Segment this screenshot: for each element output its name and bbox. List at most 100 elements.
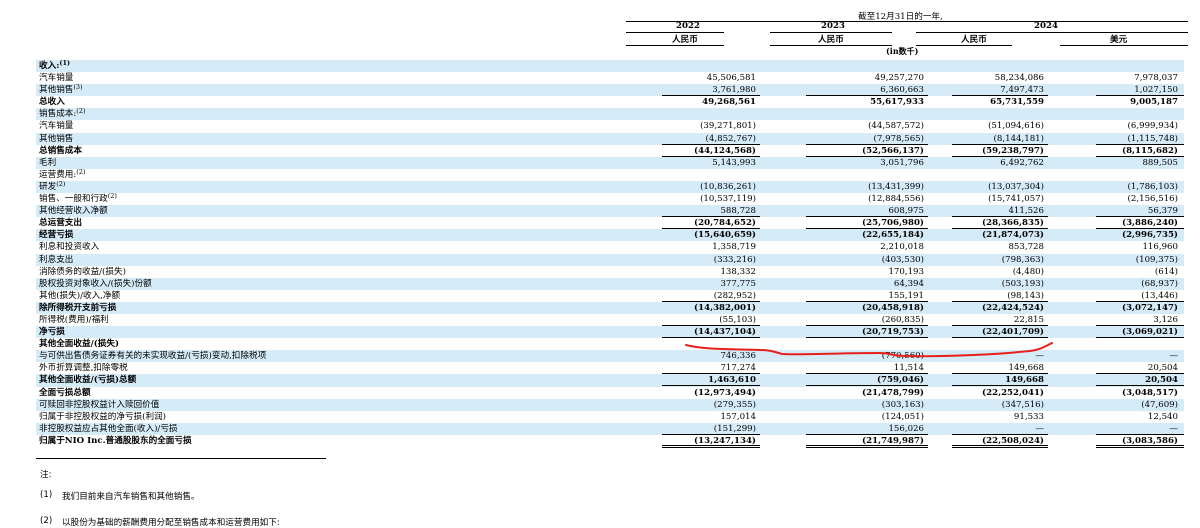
row-label-text: 全面亏损总额	[39, 387, 91, 398]
row-label: 汽车销量	[39, 72, 73, 84]
total-rule	[806, 444, 928, 448]
row-label: 研发(2)	[39, 181, 65, 193]
value-2023-rmb: 49,257,270	[874, 73, 924, 84]
value-2023-rmb: 55,617,933	[870, 97, 924, 108]
value-2024-rmb: (21,874,073)	[982, 230, 1044, 241]
row-label: 经营亏损	[39, 229, 73, 241]
footnote-ref: (2)	[107, 192, 117, 201]
table-row: 运营费用:(2)	[36, 169, 1184, 181]
footnote-ref: (1)	[59, 59, 71, 67]
value-2022-rmb: (10,836,261)	[700, 181, 756, 192]
units-label: (in数千)	[886, 46, 919, 56]
table-row: 其他全面收益/(亏损)总额 1,463,610 (759,046) 149,668 20…	[36, 374, 1184, 387]
row-label-text: 其他销售	[39, 85, 74, 96]
table-row: 股权投资对象收入/(损失)份额 377,775 64,394 (503,193) (68…	[36, 277, 1184, 290]
currency-rule-2023	[770, 45, 892, 46]
row-label: 其他全面收益/(亏损)总额	[39, 374, 136, 386]
row-label: 利息和投资收入	[39, 241, 99, 253]
value-2022-rmb: (15,640,659)	[694, 230, 756, 241]
value-2024-rmb: (347,516)	[1001, 399, 1044, 410]
value-2024-usd: —	[1169, 351, 1178, 362]
value-2024-rmb: 58,234,086	[994, 73, 1044, 84]
row-label: 与可供出售债务证券有关的未实现收益/(亏损)变动,扣除税项	[39, 350, 266, 362]
row-label: 总运营支出	[39, 217, 82, 229]
footnote-ref: (2)	[76, 167, 86, 176]
value-2022-rmb: 5,143,993	[712, 157, 756, 168]
total-rule	[662, 444, 760, 448]
row-label-text: 净亏损	[39, 327, 65, 338]
income-statement-table: 收入:(1) 汽车销量 45,506,581 49,257,270 58,234,086…	[36, 60, 1184, 448]
value-2024-rmb: 65,731,559	[990, 97, 1044, 108]
table-row: 总收入 49,268,561 55,617,933 65,731,559 9,005,1…	[36, 96, 1184, 108]
value-2022-rmb: (10,537,119)	[700, 194, 756, 205]
row-label-text: 归属于非控股权益的净亏损(利润)	[39, 411, 167, 422]
row-label: 归属于非控股权益的净亏损(利润)	[39, 411, 166, 423]
table-row: 总销售成本 (44,124,568) (52,566,137) (59,238,797…	[36, 145, 1184, 157]
footnote-2-text: 以股份为基础的薪酬费用分配至销售成本和运营费用如下:	[62, 518, 280, 528]
total-rule	[1096, 444, 1184, 448]
value-2022-rmb: 45,506,581	[706, 73, 756, 84]
value-2023-rmb: (124,051)	[881, 411, 924, 422]
table-row: 所得税(费用)/福利 (55,103) (260,835) 22,815 3,126	[36, 314, 1184, 326]
year-2023: 2023	[821, 21, 845, 31]
row-label: 销售、一般和行政(2)	[39, 193, 117, 205]
value-2024-usd: 116,960	[1142, 242, 1178, 253]
value-2024-usd: (614)	[1154, 266, 1178, 277]
currency-2024-rmb: 人民币	[961, 35, 987, 45]
value-2024-rmb: (798,363)	[1001, 254, 1044, 265]
row-label-text: 非控股权益应占其他全面(收入)/亏损	[39, 423, 178, 434]
value-2024-usd: 7,978,037	[1134, 73, 1178, 84]
row-label: 外币折算调整,扣除零税	[39, 362, 128, 374]
row-label-text: 可赎回非控股权益计入赎回价值	[39, 399, 160, 410]
table-row: 其他全面收益/(损失)	[36, 338, 1184, 350]
row-label: 所得税(费用)/福利	[39, 314, 109, 326]
row-label: 其他(损失)/收入,净额	[39, 290, 120, 302]
table-header: 截至12月31日的一年, 2022 2023 2024 人民币 人民币 人民币 …	[0, 0, 1200, 60]
footnote-1-number: (1)	[40, 490, 53, 500]
value-2023-rmb: (770,560)	[881, 351, 924, 362]
value-2022-rmb: 157,014	[720, 411, 756, 422]
row-label-text: 利息支出	[39, 254, 74, 265]
value-2024-usd: (2,996,735)	[1122, 230, 1178, 241]
value-2024-rmb: (22,424,524)	[982, 302, 1044, 313]
table-row: 销售、一般和行政(2) (10,537,119) (12,884,556) (15,7…	[36, 193, 1184, 205]
row-label-text: 其他销售	[39, 133, 74, 144]
row-label-text: 利息和投资收入	[39, 242, 100, 253]
value-2023-rmb: (12,884,556)	[868, 194, 924, 205]
footnote-1-text: 我们目前来自汽车销售和其他销售。	[62, 492, 200, 502]
row-label: 股权投资对象收入/(损失)份额	[39, 278, 152, 290]
currency-rule-2022	[626, 45, 724, 46]
value-2024-usd: (47,609)	[1141, 399, 1178, 410]
row-label-text: 总运营支出	[39, 218, 82, 229]
row-label: 消除债务的收益/(损失)	[39, 266, 126, 278]
row-label: 毛利	[39, 157, 56, 169]
value-2024-rmb: (15,741,057)	[988, 194, 1044, 205]
value-2024-rmb: 6,492,762	[1000, 157, 1044, 168]
row-label: 销售成本:(2)	[39, 108, 86, 120]
value-2024-usd: 889,505	[1142, 157, 1178, 168]
row-label: 除所得税开支前亏损	[39, 302, 116, 314]
row-label-text: 总收入	[39, 97, 65, 108]
total-rule	[952, 444, 1048, 448]
currency-rule-2024-usd	[1060, 45, 1188, 46]
table-row: 毛利 5,143,993 3,051,796 6,492,762 889,505	[36, 156, 1184, 169]
row-label-text: 所得税(费用)/福利	[39, 314, 109, 325]
table-row: 外币折算调整,扣除零税 717,274 11,514 149,668 20,504	[36, 362, 1184, 375]
row-label-text: 收入:	[39, 61, 60, 71]
row-label: 全面亏损总额	[39, 387, 91, 399]
footnote-ref: (3)	[73, 83, 83, 92]
row-label-text: 其他全面收益/(亏损)总额	[39, 375, 137, 386]
value-2023-rmb: (403,530)	[881, 254, 924, 265]
value-2024-rmb: —	[1035, 351, 1044, 362]
row-label: 收入:(1)	[39, 60, 70, 72]
row-label-text: 经营亏损	[39, 230, 74, 241]
row-label-text: 汽车销量	[39, 73, 74, 84]
currency-rule-2024-rmb	[916, 45, 1012, 46]
footnote-rule	[36, 458, 326, 459]
row-label-text: 归属于NIO Inc.普通股股东的全面亏损	[39, 435, 192, 446]
table-row: 归属于非控股权益的净亏损(利润) 157,014 (124,051) 91,533 12…	[36, 411, 1184, 423]
value-2023-rmb: 2,210,018	[880, 242, 924, 253]
row-label-text: 运营费用:	[39, 169, 77, 180]
row-label-text: 研发	[39, 181, 57, 192]
value-2023-rmb: (13,431,399)	[868, 181, 924, 192]
